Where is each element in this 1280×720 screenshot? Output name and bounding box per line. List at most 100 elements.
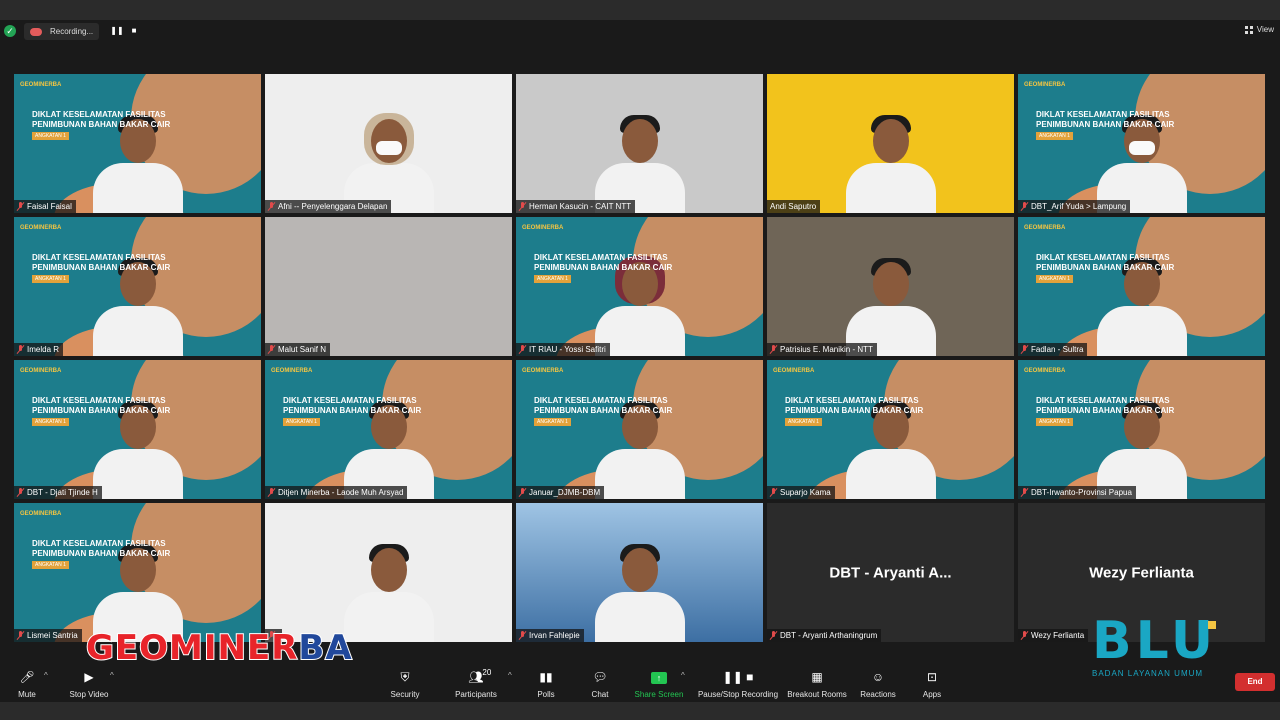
participant-name: Afni -- Penyelenggara Delapan — [278, 202, 388, 211]
blu-logo-subtitle: BADAN LAYANAN UMUM — [1092, 669, 1204, 678]
participant-tile[interactable]: Afni -- Penyelenggara Delapan — [265, 74, 512, 213]
participant-tile[interactable]: DBT - Aryanti A... DBT - Aryanti Arthanin… — [767, 503, 1014, 642]
slide-title: DIKLAT KESELAMATAN FASILITAS PENIMBUNAN … — [1036, 396, 1175, 415]
participant-name-tag: DBT - Aryanti Arthaningrum — [767, 629, 882, 642]
apps-button[interactable]: ⊡ Apps — [920, 662, 944, 702]
participants-caret-icon[interactable]: ^ — [508, 671, 512, 680]
slide-badge: ANGKATAN 1 — [1036, 132, 1073, 140]
participant-name: Wezy Ferlianta — [1031, 631, 1085, 640]
participant-tile[interactable]: GEOMINERBA DIKLAT KESELAMATAN FASILITAS P… — [516, 217, 763, 356]
view-label: View — [1256, 25, 1274, 34]
breakout-rooms-button[interactable]: ▦ Breakout Rooms — [787, 662, 847, 702]
participant-tile[interactable]: GEOMINERBA DIKLAT KESELAMATAN FASILITAS P… — [14, 217, 261, 356]
muted-mic-icon — [519, 345, 526, 354]
participant-tile[interactable]: Herman Kasucin - CAIT NTT — [516, 74, 763, 213]
recording-indicator[interactable]: Recording... — [24, 23, 100, 40]
slide-brand: GEOMINERBA — [522, 368, 564, 374]
participant-tile[interactable]: GEOMINERBA DIKLAT KESELAMATAN FASILITAS P… — [14, 74, 261, 213]
shield-icon: ⛨ — [400, 670, 410, 684]
security-label: Security — [390, 690, 420, 699]
participants-button[interactable]: 👥︎ 20 Participants — [452, 662, 500, 702]
participant-tile[interactable]: GEOMINERBA DIKLAT KESELAMATAN FASILITAS P… — [767, 360, 1014, 499]
participant-name-tag: Ditjen Minerba - Laode Muh Arsyad — [265, 486, 408, 499]
reactions-button[interactable]: ☺︎ Reactions — [860, 662, 896, 702]
muted-mic-icon — [268, 488, 275, 497]
participants-icon: 👥︎ 20 — [468, 668, 491, 686]
participant-name-tag: DBT_Arif Yuda > Lampung — [1018, 200, 1131, 213]
participant-video-silhouette — [343, 113, 434, 213]
participant-name: DBT - Djati Tjinde H — [27, 488, 98, 497]
breakout-rooms-icon: ▦ — [811, 670, 823, 684]
stop-video-button[interactable]: ▶︎ Stop Video — [66, 662, 112, 702]
slide-title: DIKLAT KESELAMATAN FASILITAS PENIMBUNAN … — [785, 396, 924, 415]
slide-badge: ANGKATAN 1 — [534, 418, 571, 426]
participant-name: Patrisius E. Manikin - NTT — [780, 345, 873, 354]
slide-badge: ANGKATAN 1 — [785, 418, 822, 426]
participant-tile[interactable]: GEOMINERBA DIKLAT KESELAMATAN FASILITAS P… — [14, 360, 261, 499]
slide-badge: ANGKATAN 1 — [283, 418, 320, 426]
cloud-recording-icon — [30, 27, 42, 36]
participant-tile[interactable]: Irvan Fahlepie — [516, 503, 763, 642]
participant-video-silhouette — [845, 256, 936, 356]
participant-tile[interactable]: GEOMINERBA DIKLAT KESELAMATAN FASILITAS P… — [265, 360, 512, 499]
stop-video-label: Stop Video — [69, 690, 109, 699]
security-shield-icon[interactable]: ✓ — [4, 25, 16, 37]
participant-name-tag: Malut Sanif N — [265, 343, 331, 356]
muted-mic-icon — [519, 488, 526, 497]
participant-name-tag: Irvan Fahlepie — [516, 629, 584, 642]
slide-badge: ANGKATAN 1 — [1036, 275, 1073, 283]
participant-tile[interactable]: Malut Sanif N — [265, 217, 512, 356]
grid-view-icon — [1244, 25, 1253, 34]
share-screen-button[interactable]: ↑ Share Screen — [634, 662, 684, 702]
video-camera-icon: ▶︎ — [84, 670, 94, 684]
participant-video-silhouette — [594, 113, 685, 213]
geominerba-logo: GEOMINERBA — [85, 627, 353, 669]
mute-button[interactable]: 🎤︎ Mute — [14, 662, 40, 702]
share-options-caret-icon[interactable]: ^ — [681, 671, 685, 680]
slide-title: DIKLAT KESELAMATAN FASILITAS PENIMBUNAN … — [32, 110, 171, 129]
video-options-caret-icon[interactable]: ^ — [110, 671, 114, 680]
muted-mic-icon — [1021, 345, 1028, 354]
polls-button[interactable]: ▮▮ Polls — [534, 662, 558, 702]
smiley-plus-icon: ☺︎ — [871, 670, 885, 684]
participant-tile[interactable]: GEOMINERBA DIKLAT KESELAMATAN FASILITAS P… — [1018, 74, 1265, 213]
muted-mic-icon — [17, 202, 24, 211]
participant-tile[interactable]: Patrisius E. Manikin - NTT — [767, 217, 1014, 356]
slide-brand: GEOMINERBA — [1024, 82, 1066, 88]
view-button[interactable]: View — [1244, 25, 1274, 34]
end-meeting-button[interactable]: End — [1235, 673, 1275, 691]
muted-mic-icon — [1021, 488, 1028, 497]
slide-brand: GEOMINERBA — [1024, 368, 1066, 374]
polls-label: Polls — [537, 690, 555, 699]
slide-badge: ANGKATAN 1 — [1036, 418, 1073, 426]
muted-mic-icon — [268, 202, 275, 211]
participant-tile[interactable]: Andi Saputro — [767, 74, 1014, 213]
slide-brand: GEOMINERBA — [522, 225, 564, 231]
participant-display-name: DBT - Aryanti A... — [829, 564, 952, 581]
slide-title: DIKLAT KESELAMATAN FASILITAS PENIMBUNAN … — [32, 396, 171, 415]
pause-recording-icon[interactable]: ❚❚ — [110, 25, 124, 37]
participant-name-tag: Patrisius E. Manikin - NTT — [767, 343, 877, 356]
muted-mic-icon — [519, 631, 526, 640]
geominerba-logo-part: GEO — [85, 627, 170, 669]
participant-tile[interactable]: GEOMINERBA DIKLAT KESELAMATAN FASILITAS P… — [516, 360, 763, 499]
participant-tile[interactable]: GEOMINERBA DIKLAT KESELAMATAN FASILITAS P… — [1018, 360, 1265, 499]
muted-mic-icon — [17, 488, 24, 497]
slide-title: DIKLAT KESELAMATAN FASILITAS PENIMBUNAN … — [283, 396, 422, 415]
participant-name-tag: Januar_DJMB-DBM — [516, 486, 605, 499]
audio-options-caret-icon[interactable]: ^ — [44, 671, 48, 680]
participant-name-tag: DBT - Djati Tjinde H — [14, 486, 102, 499]
participant-name: Herman Kasucin - CAIT NTT — [529, 202, 632, 211]
participant-name: Andi Saputro — [770, 202, 817, 211]
security-button[interactable]: ⛨ Security — [388, 662, 422, 702]
slide-badge: ANGKATAN 1 — [32, 275, 69, 283]
pause-stop-recording-button[interactable]: ❚❚ ■ Pause/Stop Recording — [697, 662, 779, 702]
apps-icon: ⊡ — [926, 670, 938, 684]
slide-title: DIKLAT KESELAMATAN FASILITAS PENIMBUNAN … — [32, 253, 171, 272]
chat-button[interactable]: 💬︎ Chat — [588, 662, 612, 702]
participant-tile[interactable]: GEOMINERBA DIKLAT KESELAMATAN FASILITAS P… — [1018, 217, 1265, 356]
participant-tile[interactable] — [265, 503, 512, 642]
stop-recording-icon[interactable]: ■ — [127, 25, 141, 37]
participant-tile[interactable]: GEOMINERBA DIKLAT KESELAMATAN FASILITAS P… — [14, 503, 261, 642]
slide-title: DIKLAT KESELAMATAN FASILITAS PENIMBUNAN … — [534, 253, 673, 272]
